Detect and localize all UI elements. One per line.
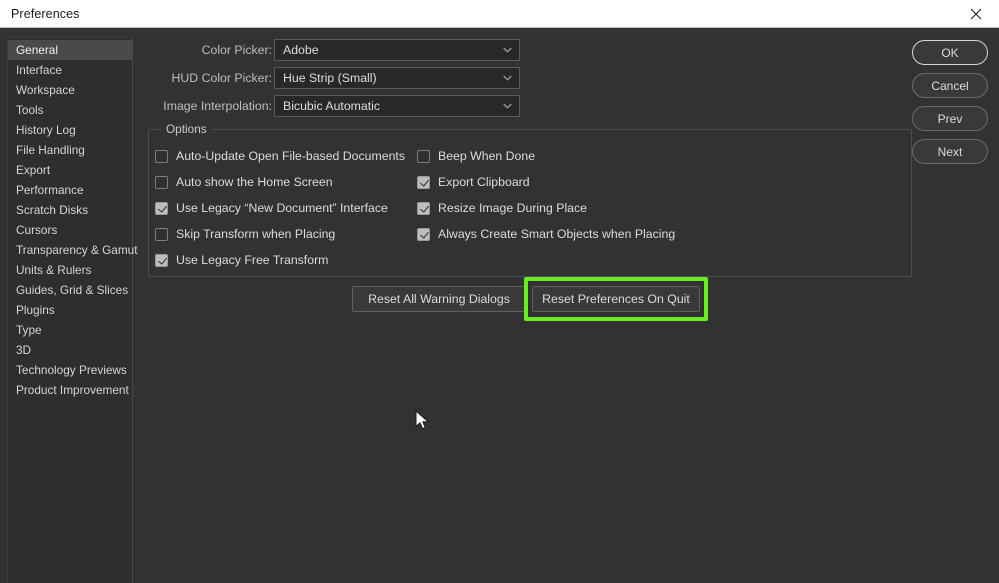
dropdown-image-interpolation[interactable]: Bicubic Automatic — [274, 95, 520, 117]
checkbox-unchecked-icon[interactable] — [417, 149, 430, 163]
sidebar-item-technology-previews[interactable]: Technology Previews — [8, 360, 132, 380]
sidebar-item-export[interactable]: Export — [8, 160, 132, 180]
checkbox-label: Auto-Update Open File-based Documents — [176, 149, 405, 163]
chevron-down-icon — [503, 103, 512, 109]
checkbox-checked-icon[interactable] — [155, 201, 168, 215]
ok-button[interactable]: OK — [912, 40, 988, 65]
checkbox-row[interactable]: Export Clipboard — [417, 173, 530, 191]
reset-preferences-on-quit-button[interactable]: Reset Preferences On Quit — [532, 286, 700, 312]
checkbox-label: Auto show the Home Screen — [176, 175, 333, 189]
preferences-dialog-body: General Interface Workspace Tools History Lo… — [0, 28, 999, 583]
chevron-down-icon — [503, 47, 512, 53]
sidebar-item-product-improvement[interactable]: Product Improvement — [8, 380, 132, 400]
close-button[interactable] — [953, 0, 999, 27]
chevron-down-icon — [503, 75, 512, 81]
checkbox-checked-icon[interactable] — [417, 201, 430, 215]
sidebar-item-tools[interactable]: Tools — [8, 100, 132, 120]
checkbox-row[interactable]: Skip Transform when Placing — [155, 225, 335, 243]
field-row: HUD Color Picker: Hue Strip (Small) — [150, 67, 520, 89]
sidebar-item-3d[interactable]: 3D — [8, 340, 132, 360]
checkbox-row[interactable]: Auto-Update Open File-based Documents — [155, 147, 405, 165]
dropdown-value: Bicubic Automatic — [283, 99, 381, 113]
reset-all-warning-dialogs-button[interactable]: Reset All Warning Dialogs — [352, 286, 526, 312]
checkbox-row[interactable]: Always Create Smart Objects when Placing — [417, 225, 675, 243]
checkbox-unchecked-icon[interactable] — [155, 175, 168, 189]
sidebar-item-scratch-disks[interactable]: Scratch Disks — [8, 200, 132, 220]
checkbox-unchecked-icon[interactable] — [155, 149, 168, 163]
checkbox-label: Beep When Done — [438, 149, 536, 163]
sidebar-item-units-rulers[interactable]: Units & Rulers — [8, 260, 132, 280]
category-sidebar[interactable]: General Interface Workspace Tools History Lo… — [7, 37, 138, 583]
dropdown-hud-color-picker[interactable]: Hue Strip (Small) — [274, 67, 520, 89]
sidebar-item-guides-grid-slices[interactable]: Guides, Grid & Slices — [8, 280, 132, 300]
window-titlebar: Preferences — [0, 0, 999, 28]
field-label: Image Interpolation: — [163, 99, 272, 113]
sidebar-item-workspace[interactable]: Workspace — [8, 80, 132, 100]
checkbox-row[interactable]: Use Legacy Free Transform — [155, 251, 328, 269]
field-label: HUD Color Picker: — [171, 71, 272, 85]
sidebar-item-performance[interactable]: Performance — [8, 180, 132, 200]
sidebar-item-interface[interactable]: Interface — [8, 60, 132, 80]
cancel-button[interactable]: Cancel — [912, 73, 988, 98]
checkbox-label: Use Legacy Free Transform — [176, 253, 329, 267]
checkbox-label: Skip Transform when Placing — [176, 227, 336, 241]
checkbox-checked-icon[interactable] — [155, 253, 168, 267]
dropdown-color-picker[interactable]: Adobe — [274, 39, 520, 61]
sidebar-item-file-handling[interactable]: File Handling — [8, 140, 132, 160]
checkbox-row[interactable]: Resize Image During Place — [417, 199, 587, 217]
sidebar-item-cursors[interactable]: Cursors — [8, 220, 132, 240]
checkbox-row[interactable]: Auto show the Home Screen — [155, 173, 333, 191]
checkbox-row[interactable]: Use Legacy “New Document” Interface — [155, 199, 388, 217]
dropdown-value: Hue Strip (Small) — [283, 71, 377, 85]
sidebar-item-plugins[interactable]: Plugins — [8, 300, 132, 320]
checkbox-label: Always Create Smart Objects when Placing — [438, 227, 676, 241]
options-group: Options Auto-Update Open File-based Docu… — [148, 122, 912, 277]
sidebar-item-type[interactable]: Type — [8, 320, 132, 340]
close-icon — [970, 8, 982, 19]
sidebar-item-history-log[interactable]: History Log — [8, 120, 132, 140]
checkbox-checked-icon[interactable] — [417, 175, 430, 189]
sidebar-item-transparency-gamut[interactable]: Transparency & Gamut — [8, 240, 138, 260]
checkbox-label: Use Legacy “New Document” Interface — [176, 201, 388, 215]
checkbox-unchecked-icon[interactable] — [155, 227, 168, 241]
dropdown-value: Adobe — [283, 43, 319, 57]
window-title: Preferences — [11, 7, 80, 21]
checkbox-checked-icon[interactable] — [417, 227, 430, 241]
checkbox-label: Export Clipboard — [438, 175, 530, 189]
next-button[interactable]: Next — [912, 139, 988, 164]
field-row: Image Interpolation: Bicubic Automatic — [150, 95, 520, 117]
checkbox-row[interactable]: Beep When Done — [417, 147, 535, 165]
prev-button[interactable]: Prev — [912, 106, 988, 131]
arrow-cursor — [415, 410, 430, 430]
options-group-label: Options — [161, 122, 212, 136]
field-label: Color Picker: — [201, 43, 272, 57]
sidebar-item-general[interactable]: General — [8, 40, 132, 60]
field-row: Color Picker: Adobe — [150, 39, 520, 61]
checkbox-label: Resize Image During Place — [438, 201, 587, 215]
